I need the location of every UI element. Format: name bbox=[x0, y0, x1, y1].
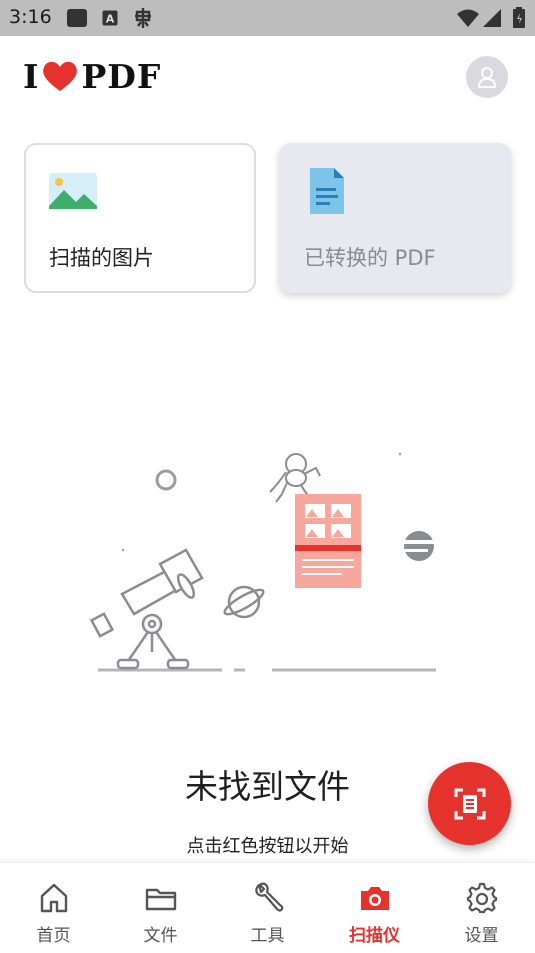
gear-icon bbox=[466, 882, 497, 914]
wifi-icon bbox=[457, 9, 479, 27]
notification-a-icon: A bbox=[102, 10, 118, 26]
scanned-images-card[interactable]: 扫描的图片 bbox=[24, 143, 256, 293]
nav-item-files[interactable]: 文件 bbox=[107, 863, 214, 953]
nav-item-tools[interactable]: 工具 bbox=[214, 863, 321, 953]
scan-fab-button[interactable] bbox=[428, 762, 511, 845]
notification-app-icon bbox=[67, 9, 87, 27]
nav-item-home[interactable]: 首页 bbox=[0, 863, 107, 953]
nav-item-settings[interactable]: 设置 bbox=[428, 863, 535, 953]
scan-document-icon bbox=[454, 788, 485, 819]
converted-pdf-label: 已转换的 PDF bbox=[304, 246, 436, 270]
user-icon bbox=[477, 67, 497, 88]
nav-label-scanner: 扫描仪 bbox=[349, 926, 400, 946]
logo-text-i: I bbox=[23, 56, 40, 96]
folder-icon bbox=[145, 888, 176, 911]
logo-text-pdf: PDF bbox=[81, 56, 162, 96]
nav-label-settings: 设置 bbox=[464, 926, 499, 946]
bottom-nav: 首页 文件 工具 扫描仪 设置 bbox=[0, 862, 535, 953]
document-icon bbox=[310, 168, 344, 214]
heart-icon bbox=[43, 61, 78, 91]
nav-label-tools: 工具 bbox=[250, 926, 285, 946]
converted-pdf-card[interactable]: 已转换的 PDF bbox=[279, 143, 511, 293]
empty-state-illustration bbox=[90, 452, 436, 672]
wrench-icon bbox=[254, 882, 283, 912]
nav-label-files: 文件 bbox=[143, 926, 178, 946]
camera-icon bbox=[360, 887, 389, 910]
nav-item-scanner[interactable]: 扫描仪 bbox=[321, 863, 428, 953]
nav-label-home: 首页 bbox=[36, 926, 71, 946]
cellular-signal-icon bbox=[483, 9, 501, 27]
status-time: 3:16 bbox=[9, 6, 52, 28]
battery-icon bbox=[513, 7, 525, 28]
scanned-images-label: 扫描的图片 bbox=[49, 246, 154, 270]
svg-text:A: A bbox=[106, 13, 115, 26]
status-bar: 3:16 A bbox=[0, 0, 535, 36]
home-icon bbox=[40, 883, 67, 913]
app-logo: I PDF bbox=[23, 57, 161, 96]
avatar-button[interactable] bbox=[466, 56, 508, 98]
notification-bug-icon bbox=[135, 8, 151, 28]
image-icon bbox=[49, 173, 97, 209]
